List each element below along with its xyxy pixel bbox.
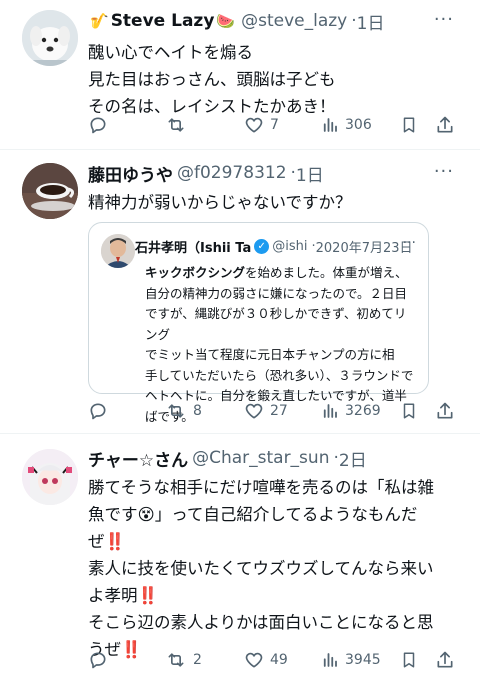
quote-line: キックボクシングを始めました。体重が増え、 — [145, 265, 408, 280]
tweet-text: 精神力が弱いからじゃないですか？ — [88, 189, 468, 216]
quote-bold-lead: キックボクシング — [145, 265, 246, 280]
share-icon — [437, 402, 453, 419]
retweet-button[interactable]: 8 — [165, 401, 202, 421]
tweet-char-star-san[interactable]: チャー☆さん @Char_star_sun · 2日 勝てそうな相手にだけ喧嘩を… — [0, 435, 480, 679]
more-icon[interactable]: ··· — [434, 161, 454, 182]
like-button[interactable]: 7 — [244, 115, 279, 135]
timestamp[interactable]: 1日 — [296, 161, 324, 186]
bookmark-icon — [403, 403, 415, 419]
tweet-line: 魚です😵」って自己紹介してるようなもんだ — [88, 505, 418, 524]
heart-icon — [245, 403, 263, 419]
tweet-fujita-yuya[interactable]: 藤田ゆうや @f02978312 · 1日 ··· 精神力が弱いからじゃないです… — [0, 151, 480, 434]
tweet-text: 醜い心でヘイトを煽る 見た目はおっさん、頭脳は子ども その名は、レイシストたかあ… — [88, 39, 468, 120]
action-bar: 2 49 3945 — [88, 648, 458, 672]
quote-line: でミット当て程度に元日本チャンプの方に相 — [145, 347, 395, 362]
quote-handle[interactable]: @ishi — [272, 239, 307, 254]
tweet-line: 精神力が弱いからじゃないですか？ — [88, 193, 352, 212]
retweet-count: 2 — [193, 652, 202, 668]
views-icon — [323, 404, 337, 418]
views-icon — [323, 118, 337, 132]
reply-icon — [90, 403, 106, 420]
heart-icon — [245, 117, 263, 133]
saxophone-emoji: 🎷 — [90, 12, 109, 30]
person-avatar-icon — [101, 234, 135, 268]
tweet-steve-lazy[interactable]: 🎷 Steve Lazy 🍉 @steve_lazy · 1日 ··· 醜い心で… — [0, 0, 480, 150]
watermelon-emoji: 🍉 — [216, 12, 236, 30]
views-button[interactable]: 3945 — [321, 650, 381, 670]
retweet-icon — [168, 118, 184, 132]
quoted-tweet[interactable]: 石井孝明（Ishii Ta ✓ @ishi · 2020年7月23日 ··· キ… — [88, 222, 429, 424]
retweet-button[interactable] — [165, 115, 193, 135]
quote-line: 手していただいたら（恐れ多い）、３ラウンドで — [145, 367, 414, 383]
avatar[interactable] — [22, 10, 78, 66]
tweet-line: そこら辺の素人よりかは面白いことになると思 — [88, 613, 434, 632]
handle[interactable]: @Char_star_sun — [192, 448, 329, 468]
reply-icon — [90, 117, 106, 134]
display-name[interactable]: Steve Lazy — [111, 11, 215, 31]
quote-line: ですが、縄跳びが３０秒しかできず、初めてリング — [145, 306, 407, 342]
bookmark-icon — [403, 117, 415, 133]
quote-more-icon[interactable]: ··· — [403, 235, 416, 251]
reply-icon — [90, 652, 106, 669]
like-button[interactable]: 49 — [244, 650, 288, 670]
tweet-line: 見た目はおっさん、頭脳は子ども — [88, 70, 336, 89]
like-button[interactable]: 27 — [244, 401, 288, 421]
bookmark-button[interactable] — [400, 115, 418, 135]
retweet-icon — [168, 404, 184, 418]
reply-button[interactable] — [88, 401, 114, 421]
share-button[interactable] — [435, 401, 455, 421]
quote-line: 自分の精神力の弱さに嫌になったので。２日目 — [145, 285, 408, 301]
tweet-line: ぜ‼️ — [88, 532, 126, 551]
view-count: 3269 — [345, 403, 381, 419]
coffee-avatar-icon — [22, 163, 78, 219]
like-count: 49 — [270, 652, 288, 668]
dizzy-face-emoji: 😵 — [137, 505, 155, 524]
views-button[interactable]: 306 — [321, 115, 372, 135]
heart-icon — [245, 652, 263, 668]
display-name[interactable]: 藤田ゆうや — [88, 161, 173, 186]
timestamp[interactable]: 2日 — [339, 446, 367, 471]
share-icon — [437, 116, 453, 133]
quote-date[interactable]: 2020年7月23日 — [316, 237, 413, 256]
retweet-button[interactable]: 2 — [165, 650, 202, 670]
anime-character-avatar-icon — [22, 449, 78, 505]
views-icon — [323, 653, 337, 667]
double-exclamation-emoji: ‼️ — [137, 586, 159, 605]
avatar[interactable] — [22, 449, 78, 505]
like-count: 7 — [270, 117, 279, 133]
retweet-count: 8 — [193, 403, 202, 419]
views-button[interactable]: 3269 — [321, 401, 381, 421]
view-count: 3945 — [345, 652, 381, 668]
quote-avatar[interactable] — [101, 234, 135, 268]
handle[interactable]: @f02978312 — [177, 163, 287, 183]
dog-avatar-icon — [22, 10, 78, 66]
share-icon — [437, 651, 453, 668]
bookmark-button[interactable] — [400, 401, 418, 421]
like-count: 27 — [270, 403, 288, 419]
action-bar: 7 306 — [88, 113, 458, 137]
tweet-line: 勝てそうな相手にだけ喧嘩を売るのは「私は雑 — [88, 478, 435, 497]
double-exclamation-emoji: ‼️ — [104, 532, 126, 551]
quote-header: 石井孝明（Ishii Ta ✓ @ishi · 2020年7月23日 — [135, 237, 413, 256]
retweet-icon — [168, 653, 184, 667]
share-button[interactable] — [435, 115, 455, 135]
tweet-text: 勝てそうな相手にだけ喧嘩を売るのは「私は雑 魚です😵」って自己紹介してるようなも… — [88, 474, 468, 663]
reply-button[interactable] — [88, 115, 114, 135]
verified-badge-icon: ✓ — [254, 239, 270, 254]
handle[interactable]: @steve_lazy — [241, 11, 347, 31]
bookmark-button[interactable] — [400, 650, 418, 670]
tweet-line: よ孝明‼️ — [88, 586, 159, 605]
reply-button[interactable] — [88, 650, 114, 670]
timestamp[interactable]: 1日 — [357, 9, 385, 34]
tweet-line: 醜い心でヘイトを煽る — [88, 43, 253, 62]
bookmark-icon — [403, 652, 415, 668]
action-bar: 8 27 3269 — [88, 399, 458, 423]
share-button[interactable] — [435, 650, 455, 670]
display-name[interactable]: チャー☆さん — [88, 446, 188, 471]
tweet-line: 素人に技を使いたくてウズウズしてんなら来い — [88, 559, 434, 578]
view-count: 306 — [345, 117, 372, 133]
quote-display-name[interactable]: 石井孝明（Ishii Ta — [135, 237, 251, 256]
more-icon[interactable]: ··· — [434, 9, 454, 30]
avatar[interactable] — [22, 163, 78, 219]
